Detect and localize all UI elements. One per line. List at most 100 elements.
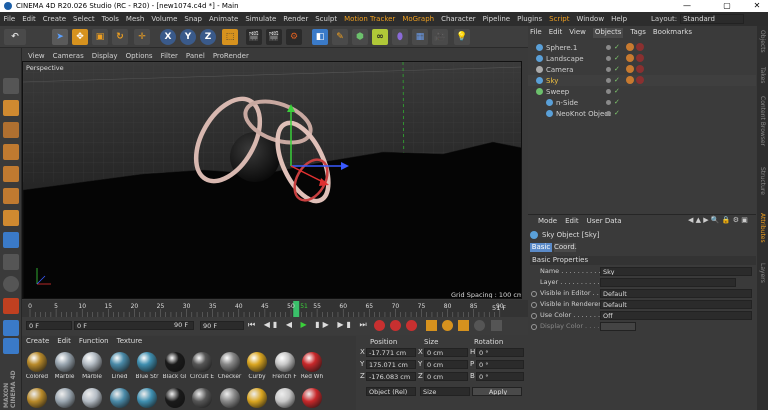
object-name[interactable]: Sky — [546, 77, 558, 85]
axis-mode-icon[interactable] — [3, 210, 19, 226]
side-tab-content-browser[interactable]: Content Browser — [759, 96, 766, 146]
floor-icon[interactable]: ▦ — [412, 29, 428, 45]
layout-selector[interactable]: Layout: Standard — [651, 14, 745, 24]
timeline[interactable]: 0 5 10 15 20 25 30 35 40 45 50 51 55 60 65 70 75 80 85 90 5… — [22, 300, 528, 317]
material-swatch[interactable] — [247, 388, 267, 408]
material-swatch[interactable] — [54, 388, 75, 408]
property-value-field[interactable] — [600, 322, 636, 331]
menu-script[interactable]: Script — [546, 15, 573, 23]
menu-window[interactable]: Window — [573, 15, 608, 23]
enable-check-icon[interactable]: ✓ — [614, 110, 620, 117]
coord-rotation-field[interactable]: 0 ° — [476, 348, 524, 357]
scale-icon[interactable]: ▣ — [92, 29, 108, 45]
material-menu-edit[interactable]: Edit — [57, 337, 71, 347]
lock-workplane-icon[interactable] — [3, 320, 19, 336]
visibility-dot-icon[interactable] — [606, 111, 611, 116]
object-row[interactable]: Landscape ✓ — [528, 53, 756, 64]
tab-basic[interactable]: Basic — [530, 243, 552, 252]
object-tag-icon[interactable] — [626, 76, 634, 84]
material-swatch[interactable] — [192, 388, 212, 408]
object-menu-edit[interactable]: Edit — [549, 28, 563, 38]
viewport-menu-prorender[interactable]: ProRender — [213, 52, 249, 60]
visibility-dot-icon[interactable] — [606, 78, 611, 83]
object-menu-bookmarks[interactable]: Bookmarks — [653, 28, 692, 38]
rotate-icon[interactable]: ↻ — [112, 29, 128, 45]
material-swatch[interactable] — [274, 388, 295, 408]
menu-plugins[interactable]: Plugins — [514, 15, 546, 23]
minimize-button[interactable]: — — [676, 0, 698, 12]
menu-create[interactable]: Create — [39, 15, 69, 23]
camera-icon[interactable]: 🎥 — [432, 29, 448, 45]
object-name[interactable]: Sweep — [546, 88, 569, 96]
autokey-icon[interactable] — [390, 320, 402, 331]
texture-mode-icon[interactable] — [3, 122, 19, 138]
viewport[interactable]: Perspective Grid Spacing : 100 cm ✥ ⇕ ↻ … — [22, 61, 522, 299]
menu-pipeline[interactable]: Pipeline — [479, 15, 513, 23]
side-tab-objects[interactable]: Objects — [759, 30, 766, 53]
menu-file[interactable]: File — [0, 15, 19, 23]
material-swatch[interactable] — [109, 388, 130, 408]
viewport-menu-display[interactable]: Display — [92, 52, 118, 60]
material-menu-texture[interactable]: Texture — [117, 337, 143, 347]
render-view-icon[interactable]: 🎬 — [246, 29, 262, 45]
viewport-menu-panel[interactable]: Panel — [186, 52, 205, 60]
material-swatch[interactable] — [27, 352, 47, 372]
y-axis-button[interactable]: Y — [180, 29, 196, 45]
object-tag-icon[interactable] — [636, 54, 644, 62]
side-tab-takes[interactable]: Takes — [759, 67, 766, 83]
coord-position-field[interactable]: 175.071 cm — [366, 360, 416, 369]
property-value-field[interactable]: Off — [600, 311, 752, 320]
keyframe-selection-icon[interactable] — [406, 320, 418, 331]
coord-size-field[interactable]: 0 cm — [424, 360, 468, 369]
object-menu-file[interactable]: File — [530, 28, 542, 38]
maximize-button[interactable]: ▢ — [716, 0, 738, 12]
render-picture-icon[interactable]: 🎬 — [266, 29, 282, 45]
object-name[interactable]: n-Side — [556, 99, 578, 107]
subdivision-icon[interactable]: ⬢ — [352, 29, 368, 45]
property-value-field[interactable] — [600, 278, 736, 287]
object-name[interactable]: Landscape — [546, 55, 584, 63]
key-scale-icon[interactable] — [458, 320, 470, 331]
object-name[interactable]: Camera — [546, 66, 573, 74]
deformer-icon[interactable]: ⬮ — [392, 29, 408, 45]
key-param-icon[interactable] — [474, 320, 486, 331]
object-tag-icon[interactable] — [626, 43, 634, 51]
z-axis-button[interactable]: Z — [200, 29, 216, 45]
material-swatch[interactable] — [192, 352, 212, 372]
enable-check-icon[interactable]: ✓ — [614, 55, 620, 62]
coord-position-field[interactable]: -17.771 cm — [366, 348, 416, 357]
attribute-nav-icons[interactable]: ◀ ▲ ▶ 🔍 🔒 ⚙ ▣ — [688, 216, 748, 224]
pen-icon[interactable]: ✎ — [332, 29, 348, 45]
side-tab-layers[interactable]: Layers — [759, 263, 766, 283]
menu-mesh[interactable]: Mesh — [122, 15, 147, 23]
object-tag-icon[interactable] — [636, 76, 644, 84]
transform-icon[interactable]: ✛ — [134, 29, 150, 45]
playback-controls[interactable]: ⏮ ◀▮ ◀ ▶ ▮▶ ▶▮ ⏭ — [248, 320, 370, 330]
record-icon[interactable] — [374, 320, 385, 331]
menu-select[interactable]: Select — [70, 15, 99, 23]
grid-icon[interactable] — [3, 338, 19, 354]
menu-tools[interactable]: Tools — [98, 15, 122, 23]
material-swatch[interactable] — [137, 352, 157, 372]
object-row[interactable]: n-Side ✓ — [528, 97, 756, 108]
make-editable-icon[interactable] — [3, 78, 19, 94]
end-frame-field[interactable]: 90 F — [200, 321, 244, 330]
edges-mode-icon[interactable] — [3, 166, 19, 182]
side-tab-attributes[interactable]: Attributes — [759, 213, 766, 243]
material-swatch[interactable] — [219, 352, 240, 372]
solo-icon[interactable] — [3, 276, 19, 292]
menu-sculpt[interactable]: Sculpt — [312, 15, 341, 23]
material-swatch[interactable] — [82, 388, 102, 408]
menu-help[interactable]: Help — [608, 15, 631, 23]
coord-size-dropdown[interactable]: Size — [420, 387, 470, 396]
enable-check-icon[interactable]: ✓ — [614, 77, 620, 84]
viewport-menu-view[interactable]: View — [28, 52, 45, 60]
key-rotate-icon[interactable] — [441, 320, 453, 331]
material-menu-function[interactable]: Function — [79, 337, 109, 347]
visibility-dot-icon[interactable] — [606, 89, 611, 94]
attribute-menu-user-data[interactable]: User Data — [587, 217, 622, 227]
coord-system-icon[interactable]: ⬚ — [222, 29, 238, 45]
object-row[interactable]: Camera ✓ — [528, 64, 756, 75]
visibility-dot-icon[interactable] — [606, 56, 611, 61]
select-icon[interactable]: ➤ — [52, 29, 68, 45]
